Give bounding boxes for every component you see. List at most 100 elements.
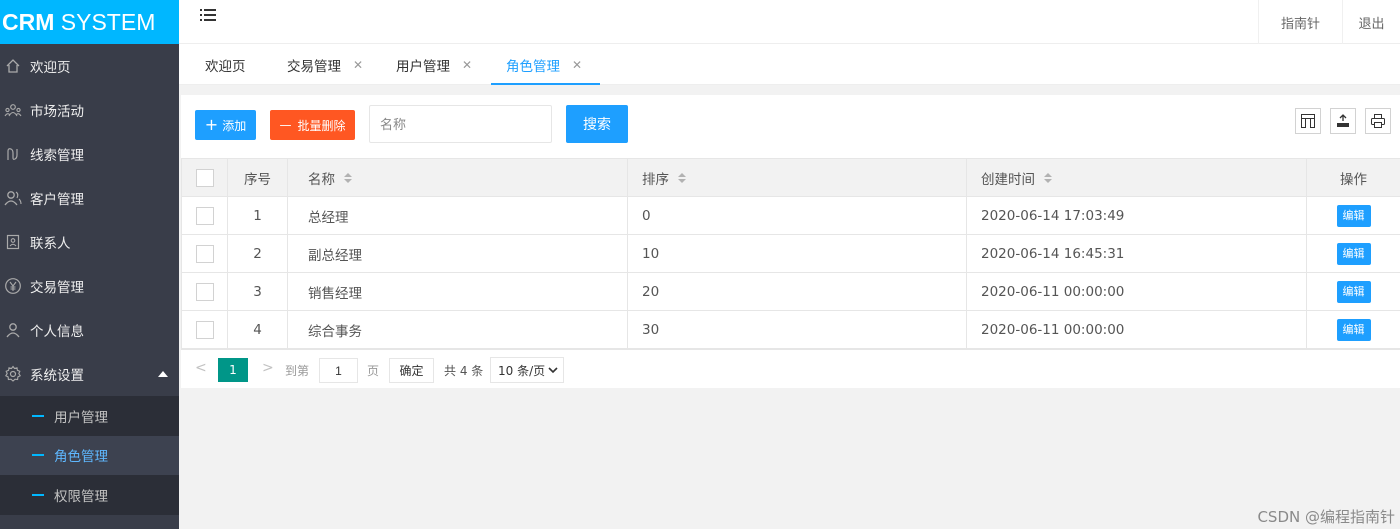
name-search-input[interactable] (369, 105, 552, 143)
select-all-cell (181, 158, 228, 197)
logo-rest-text: SYSTEM (54, 8, 156, 35)
batch-delete-button[interactable]: — 批量删除 (270, 110, 355, 140)
sidebar-item-deals[interactable]: 交易管理 (0, 264, 179, 308)
edit-button[interactable]: 编辑 (1336, 280, 1371, 303)
sidebar-item-clues[interactable]: 线索管理 (0, 132, 179, 176)
page-size-select[interactable]: 10 条/页 (490, 357, 564, 383)
sidebar-item-settings[interactable]: 系统设置 (0, 352, 179, 396)
cell-name: 总经理 (287, 196, 628, 235)
sort-icon[interactable] (343, 172, 353, 188)
people-icon (4, 101, 22, 119)
cell-action: 编辑 (1306, 196, 1400, 235)
edit-button[interactable]: 编辑 (1336, 318, 1371, 341)
sidebar-item-profile[interactable]: 个人信息 (0, 308, 179, 352)
sidebar-item-label: 客户管理 (30, 192, 84, 208)
sidebar-item-marketing[interactable]: 市场活动 (0, 88, 179, 132)
cell-no: 3 (227, 272, 288, 311)
sidebar-item-label: 线索管理 (30, 148, 84, 164)
header-created[interactable]: 创建时间 (966, 158, 1307, 197)
total-count: 共 4 条 (444, 364, 484, 378)
goto-confirm-button[interactable]: 确定 (389, 358, 434, 383)
tab-label: 交易管理 (287, 58, 341, 75)
cell-created: 2020-06-11 00:00:00 (966, 310, 1307, 349)
tab-welcome[interactable]: 欢迎页 (205, 44, 246, 85)
sidebar-subitem-permissions[interactable]: 权限管理 (0, 475, 179, 515)
sidebar-subitem-roles[interactable]: 角色管理 (0, 435, 179, 475)
sidebar-item-label: 欢迎页 (30, 60, 71, 76)
select-all-checkbox[interactable] (195, 168, 214, 187)
pagination: < 1 > 到第 页 确定 共 4 条 10 条/页 (181, 349, 1400, 388)
yen-icon (4, 277, 22, 295)
tab-roles[interactable]: 角色管理 ✕ (491, 44, 601, 85)
columns-filter-icon[interactable] (1295, 108, 1321, 134)
sidebar-submenu: 用户管理 角色管理 权限管理 (0, 396, 179, 515)
contact-card-icon (4, 233, 22, 251)
prev-page-icon[interactable]: < (195, 360, 207, 376)
close-icon[interactable]: ✕ (462, 58, 472, 72)
table-row: 1 总经理 0 2020-06-14 17:03:49 编辑 (181, 196, 1400, 235)
roles-table: 序号 名称 排序 创建时间 操作 1 总经理 0 2020-06-14 17:0… (181, 158, 1400, 349)
caret-up-icon (158, 371, 168, 377)
row-checkbox-cell (181, 310, 228, 349)
header-name[interactable]: 名称 (287, 158, 628, 197)
header-created-label: 创建时间 (981, 171, 1035, 188)
top-header: 指南针 退出 (179, 0, 1400, 44)
close-icon[interactable]: ✕ (572, 58, 582, 72)
cell-no: 4 (227, 310, 288, 349)
menu-toggle-icon[interactable] (199, 6, 217, 24)
sidebar-subitem-label: 权限管理 (54, 488, 108, 505)
tab-label: 用户管理 (396, 58, 450, 75)
current-page[interactable]: 1 (218, 358, 248, 382)
user-icon (4, 321, 22, 339)
table-header-row: 序号 名称 排序 创建时间 操作 (181, 158, 1400, 197)
print-icon[interactable] (1365, 108, 1391, 134)
header-no: 序号 (227, 158, 288, 197)
cell-sort: 10 (627, 234, 967, 273)
search-button[interactable]: 搜索 (566, 105, 628, 143)
sidebar-item-label: 联系人 (30, 236, 71, 252)
clue-icon (4, 145, 22, 163)
watermark: CSDN @编程指南针 (1257, 508, 1395, 526)
sidebar-item-welcome[interactable]: 欢迎页 (0, 44, 179, 88)
page-unit-label: 页 (367, 364, 380, 378)
cell-sort: 30 (627, 310, 967, 349)
tab-deals[interactable]: 交易管理 ✕ (287, 44, 363, 85)
edit-button[interactable]: 编辑 (1336, 204, 1371, 227)
sidebar-subitem-users[interactable]: 用户管理 (0, 396, 179, 436)
guide-link[interactable]: 指南针 (1258, 0, 1342, 44)
sidebar-item-customers[interactable]: 客户管理 (0, 176, 179, 220)
page-size-value: 10 条/页 (498, 363, 546, 378)
header-name-label: 名称 (308, 171, 335, 188)
dash-icon (32, 454, 44, 457)
sort-icon[interactable] (1043, 172, 1053, 188)
tab-users[interactable]: 用户管理 ✕ (396, 44, 472, 85)
sort-icon[interactable] (677, 172, 687, 188)
cell-action: 编辑 (1306, 272, 1400, 311)
export-icon[interactable] (1330, 108, 1356, 134)
next-page-icon[interactable]: > (262, 360, 274, 376)
add-button[interactable]: + 添加 (195, 110, 256, 140)
table-row: 2 副总经理 10 2020-06-14 16:45:31 编辑 (181, 234, 1400, 273)
row-checkbox[interactable] (195, 282, 214, 301)
sidebar-item-contacts[interactable]: 联系人 (0, 220, 179, 264)
edit-button[interactable]: 编辑 (1336, 242, 1371, 265)
row-checkbox-cell (181, 196, 228, 235)
cell-name: 副总经理 (287, 234, 628, 273)
cell-created: 2020-06-14 16:45:31 (966, 234, 1307, 273)
logout-link[interactable]: 退出 (1342, 0, 1400, 44)
tab-bar: 欢迎页 交易管理 ✕ 用户管理 ✕ 角色管理 ✕ (179, 44, 1400, 85)
cell-no: 1 (227, 196, 288, 235)
row-checkbox[interactable] (195, 244, 214, 263)
cell-created: 2020-06-11 00:00:00 (966, 272, 1307, 311)
dash-icon (32, 414, 44, 417)
row-checkbox-cell (181, 234, 228, 273)
cell-sort: 0 (627, 196, 967, 235)
cell-name: 综合事务 (287, 310, 628, 349)
goto-label: 到第 (285, 364, 310, 378)
close-icon[interactable]: ✕ (353, 58, 363, 72)
row-checkbox[interactable] (195, 320, 214, 339)
goto-page-input[interactable] (319, 358, 358, 383)
header-sort[interactable]: 排序 (627, 158, 967, 197)
row-checkbox[interactable] (195, 206, 214, 225)
home-icon (4, 57, 22, 75)
